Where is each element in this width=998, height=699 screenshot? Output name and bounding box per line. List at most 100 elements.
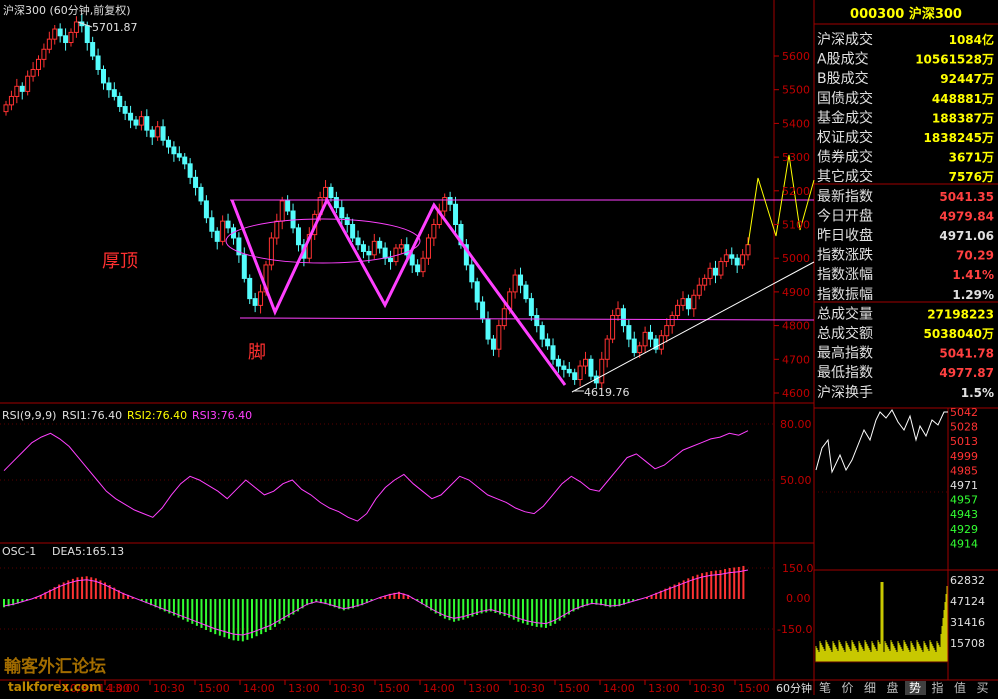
candle-body xyxy=(431,224,437,239)
side-row-label: 债券成交 xyxy=(817,149,873,166)
candle-body xyxy=(696,284,702,296)
tab-4[interactable]: 势 xyxy=(909,681,921,695)
side-row-value: 4977.87 xyxy=(939,366,994,380)
candle-body xyxy=(453,203,459,225)
candle-body xyxy=(122,106,128,114)
candle-body xyxy=(46,38,52,50)
x-tick-label: 13:00 xyxy=(648,682,680,695)
candle-body xyxy=(545,338,551,347)
candle-body xyxy=(111,89,117,97)
candle-body xyxy=(328,186,334,199)
x-tick-label: 14:00 xyxy=(603,682,635,695)
candle-body xyxy=(14,85,20,97)
x-tick-label: 15:00 xyxy=(558,682,590,695)
candle-body xyxy=(193,176,199,188)
candle-body xyxy=(637,345,643,354)
osc-label: OSC-1 xyxy=(2,545,36,558)
side-row-value: 1.41% xyxy=(952,268,994,282)
candle-body xyxy=(360,244,366,252)
side-row-value: 5038040万 xyxy=(924,327,994,341)
candle-body xyxy=(583,358,589,367)
candle-body xyxy=(63,35,69,44)
candle-body xyxy=(691,294,697,310)
mini-volume-tick: 47124 xyxy=(950,595,985,608)
candle-body xyxy=(485,318,491,340)
tab-0[interactable]: 笔 xyxy=(819,680,831,695)
side-row-label: A股成交 xyxy=(817,51,869,68)
candle-body xyxy=(658,335,664,350)
osc-tick-0: 0.00 xyxy=(786,592,811,605)
candle-body xyxy=(25,75,31,92)
candle-body xyxy=(106,82,112,91)
candle-body xyxy=(209,217,215,232)
candle-body xyxy=(512,274,518,293)
mini-price-tick: 4943 xyxy=(950,508,978,521)
candle-body xyxy=(19,85,25,92)
side-row-value: 4971.06 xyxy=(939,229,994,243)
side-header: 000300 沪深300 xyxy=(850,6,962,22)
tab-7[interactable]: 买 xyxy=(976,681,988,695)
tab-2[interactable]: 细 xyxy=(864,681,876,695)
side-row-value: 3671万 xyxy=(949,151,994,165)
swing-high-label: 5701.87 xyxy=(92,21,138,34)
candle-body xyxy=(366,250,372,256)
x-tick-label: 14:00 xyxy=(243,682,275,695)
candle-body xyxy=(566,368,572,374)
tab-1[interactable]: 价 xyxy=(841,681,853,695)
period-label[interactable]: 60分钟 xyxy=(776,681,812,695)
candle-body xyxy=(84,25,90,44)
candle-body xyxy=(599,358,605,384)
candle-body xyxy=(95,55,101,70)
candle-body xyxy=(41,48,47,60)
tab-6[interactable]: 值 xyxy=(954,680,966,695)
tab-5[interactable]: 指 xyxy=(931,680,943,695)
candle-body xyxy=(355,237,361,246)
candle-body xyxy=(447,197,453,205)
side-row-label: 最低指数 xyxy=(817,365,873,381)
candle-body xyxy=(490,338,496,350)
candle-body xyxy=(713,267,719,276)
side-row-label: 指数涨幅 xyxy=(817,267,873,283)
candle-body xyxy=(52,28,58,40)
candle-body xyxy=(128,112,134,121)
candle-body xyxy=(198,186,204,202)
candle-body xyxy=(73,21,79,33)
candle-body xyxy=(398,244,404,249)
candle-body xyxy=(187,163,193,178)
candle-body xyxy=(68,31,74,44)
candle-body xyxy=(165,139,171,148)
candle-body xyxy=(171,146,177,155)
side-row-label: 指数振幅 xyxy=(817,287,873,303)
candle-body xyxy=(409,254,415,266)
tab-3[interactable]: 盘 xyxy=(886,680,898,695)
candle-body xyxy=(344,217,350,225)
mini-volume-tick: 62832 xyxy=(950,574,985,587)
candle-body xyxy=(718,261,724,276)
side-row-label: 昨日收盘 xyxy=(817,227,873,244)
candle-body xyxy=(631,338,637,354)
candle-body xyxy=(268,237,274,266)
x-tick-label: 15:00 xyxy=(378,682,410,695)
rsi-label: RSI(9,9,9) xyxy=(2,409,56,422)
candle-body xyxy=(626,325,632,340)
y-tick-5300: 5300 xyxy=(782,151,810,164)
osc-tick-150: 150.0 xyxy=(782,562,814,575)
rsi1-value: RSI1:76.40 xyxy=(62,409,122,422)
candle-body xyxy=(35,58,41,70)
y-tick-4800: 4800 xyxy=(782,320,810,333)
candle-body xyxy=(138,116,144,126)
x-tick-label: 13:00 xyxy=(468,682,500,695)
candle-body xyxy=(149,129,155,138)
side-row-label: 沪深换手 xyxy=(817,384,873,401)
y-tick-4900: 4900 xyxy=(782,286,810,299)
rsi-tick-50: 50.00 xyxy=(780,474,812,487)
side-row-value: 10561528万 xyxy=(915,53,994,67)
candle-body xyxy=(117,95,123,108)
watermark-cn: 輸客外汇论坛 xyxy=(4,656,106,677)
main-chart-title: 沪深300 (60分钟,前复权) xyxy=(3,3,131,17)
side-row-value: 7576万 xyxy=(949,170,994,184)
candle-body xyxy=(740,254,746,266)
candle-body xyxy=(90,42,96,57)
x-tick-label: 10:30 xyxy=(153,682,185,695)
candle-body xyxy=(404,244,410,256)
